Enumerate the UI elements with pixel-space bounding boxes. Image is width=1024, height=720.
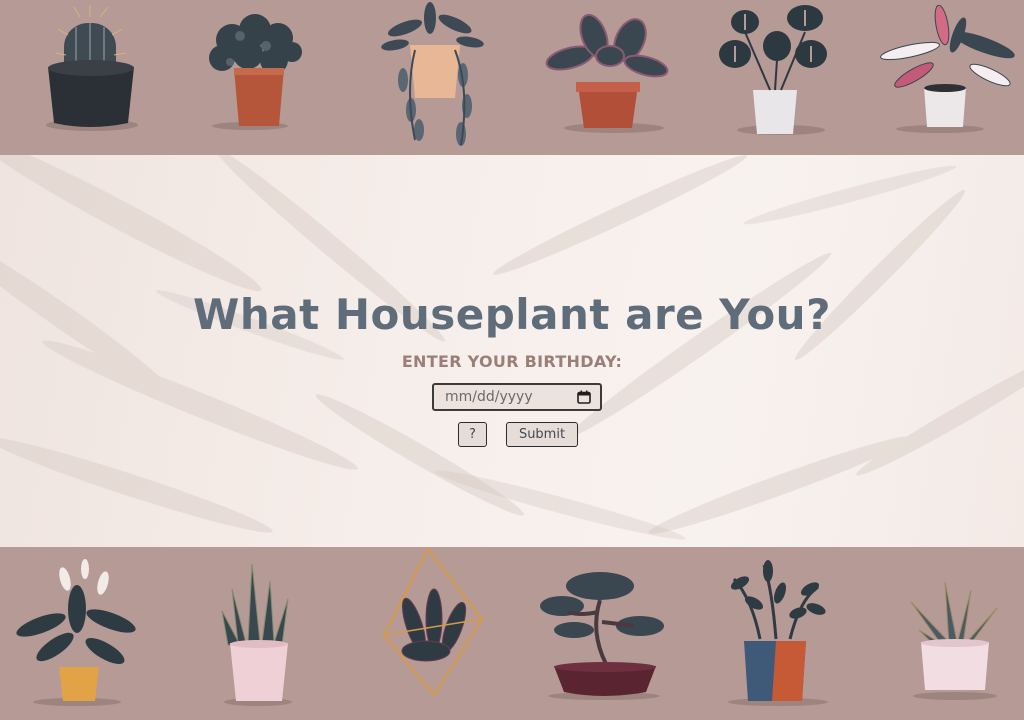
bottom-plant-band (0, 547, 1024, 720)
terrarium-plant-illustration (382, 547, 484, 697)
hero-section: What Houseplant are You? ENTER YOUR BIRT… (0, 155, 1024, 547)
stromanthe-plant-illustration (880, 5, 1015, 133)
calathea-plant-illustration (545, 13, 669, 133)
submit-button[interactable]: Submit (506, 422, 578, 447)
page-title: What Houseplant are You? (193, 290, 831, 339)
cactus-plant-illustration (46, 5, 138, 131)
aloe-plant-illustration (910, 581, 998, 700)
birthday-prompt: ENTER YOUR BIRTHDAY: (401, 352, 623, 371)
peace-lily-plant-illustration (16, 559, 136, 706)
quiz-form: What Houseplant are You? ENTER YOUR BIRT… (0, 155, 1024, 547)
help-button[interactable]: ? (458, 422, 487, 447)
top-plant-band (0, 0, 1024, 155)
monstera-plant-illustration (719, 5, 827, 135)
date-placeholder: mm/dd/yyyy (445, 389, 533, 405)
calendar-icon[interactable] (577, 390, 591, 404)
bonsai-plant-illustration (540, 572, 664, 700)
trailing-pothos-plant-illustration (381, 2, 484, 146)
birthday-date-input[interactable]: mm/dd/yyyy (432, 383, 602, 411)
snake-plant-illustration (221, 563, 292, 706)
round-leaf-plant-illustration (209, 14, 302, 130)
zz-plant-illustration (728, 560, 828, 706)
